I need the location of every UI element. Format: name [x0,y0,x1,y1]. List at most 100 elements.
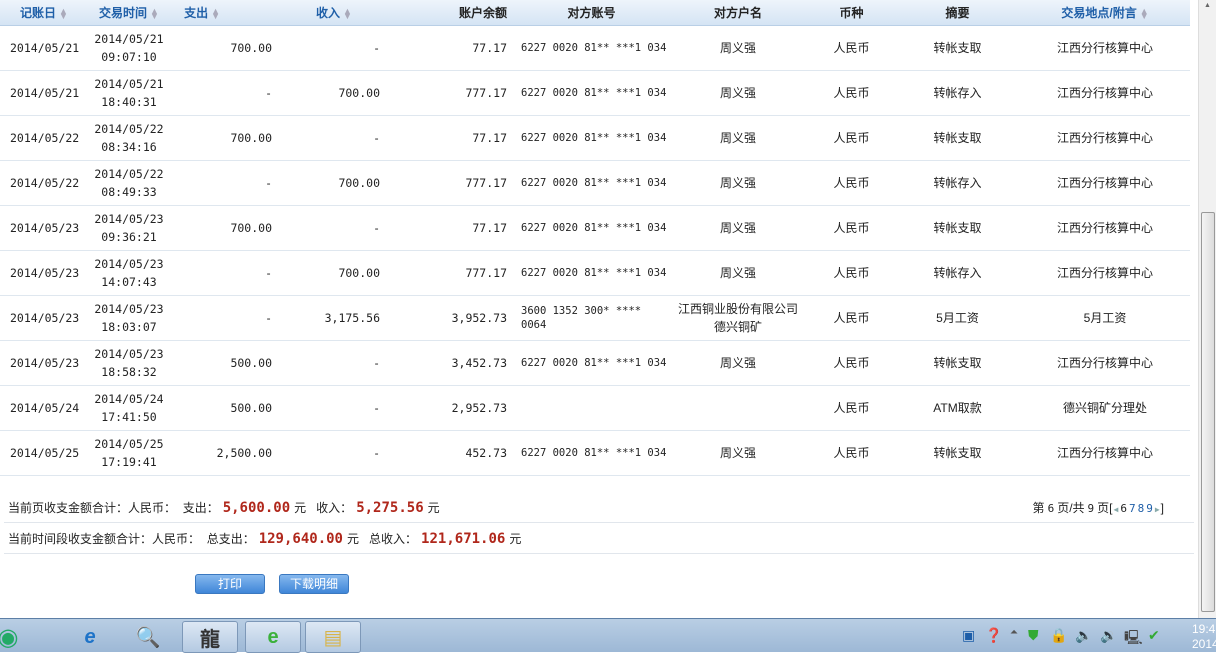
cell-currency: 人民币 [808,295,895,340]
unit: 元 [427,501,440,515]
counterparty-name-text: 周义强 [719,85,756,100]
currency-text: 人民币 [833,310,870,325]
scroll-up-icon[interactable]: ▲ [1204,2,1211,9]
cell-balance: 452.73 [388,430,515,475]
cell-counterparty-account: 6227 0020 81** ***1 034 [515,205,668,250]
col-label: 支出 [184,5,209,20]
sort-icon[interactable]: ▲ ▼ [343,6,352,20]
cell-transaction-time: 2014/05/21 18:40:31 [88,70,170,115]
balance-text: 3,952.73 [451,310,507,325]
posting-date-text: 2014/05/22 [10,175,80,190]
folder-explorer-icon[interactable]: ▤ [305,621,361,653]
expense-text: 700.00 [230,40,272,55]
cell-counterparty-account: 6227 0020 81** ***1 034 [515,25,668,70]
statement-page: 记账日 ▲ ▼ 交易时间 ▲ ▼ 支出 ▲ ▼ 收入 ▲ ▼ 账户余额 对方账号 对方户名 币种… [0,0,1198,618]
col-label: 记账日 [20,5,57,20]
cell-location: 江西分行核算中心 [1020,25,1190,70]
summary-label: 当前时间段收支金额合计：人民币： [8,532,201,546]
sort-icon[interactable]: ▲ ▼ [1140,6,1149,20]
period-expense-total: 129,640.00 [258,531,343,547]
transaction-time-text: 2014/05/22 [94,166,164,181]
tray-q-icon[interactable]: ▣ [962,627,975,644]
cell-income: - [280,205,388,250]
col-transaction-time[interactable]: 交易时间 ▲ ▼ [88,0,170,26]
col-expense[interactable]: 支出 ▲ ▼ [170,0,280,26]
lock-network-icon[interactable]: 🔒 [1050,627,1067,644]
cell-balance: 77.17 [388,115,515,160]
cell-counterparty-account: 6227 0020 81** ***1 034 [515,160,668,205]
cell-location: 江西分行核算中心 [1020,340,1190,385]
col-posting-date[interactable]: 记账日 ▲ ▼ [0,0,88,26]
location-text: 江西分行核算中心 [1056,265,1153,280]
memo-text: 转帐存入 [933,265,982,280]
scrollbar-thumb[interactable] [1201,212,1215,612]
shield-icon[interactable]: ⛊ [1028,627,1039,644]
posting-date-text: 2014/05/25 [10,445,80,460]
cell-counterparty-name [668,385,808,430]
volume-icon[interactable]: 🔉 [1100,627,1117,644]
page-link-6[interactable]: 6 [1120,502,1127,515]
transaction-time-text: 17:19:41 [101,454,157,469]
sort-icon[interactable]: ▲ ▼ [59,6,68,20]
browser-360-icon[interactable]: e [245,621,301,653]
cell-balance: 2,952.73 [388,385,515,430]
clock-date: 2014/0 [1192,637,1216,651]
memo-text: 转帐支取 [933,130,982,145]
print-button[interactable]: 打印 [195,574,265,594]
clock[interactable]: 19:42014/0 [1192,622,1216,652]
counterparty-name-text: 周义强 [719,220,756,235]
location-text: 江西分行核算中心 [1056,130,1153,145]
unit: 元 [294,501,307,515]
cell-currency: 人民币 [808,250,895,295]
counterparty-name-text: 周义强 [719,265,756,280]
income-label: 收入： [316,501,353,515]
counterparty-account-text: 6227 0020 81** ***1 034 [521,86,667,99]
memo-text: 转帐支取 [933,40,982,55]
currency-text: 人民币 [833,220,870,235]
download-details-button[interactable]: 下载明细 [279,574,349,594]
balance-text: 777.17 [465,85,507,100]
page-link-7[interactable]: 7 [1129,502,1136,515]
memo-text: 转帐存入 [933,175,982,190]
sort-icon[interactable]: ▲ ▼ [211,6,220,20]
cell-transaction-time: 2014/05/22 08:34:16 [88,115,170,160]
location-text: 德兴铜矿分理处 [1062,400,1147,415]
posting-date-text: 2014/05/22 [10,130,80,145]
cell-memo: 5月工资 [895,295,1020,340]
safe-removal-icon[interactable]: ✔ [1148,627,1160,644]
dragon-app-icon[interactable]: 龍 [182,621,238,653]
cell-counterparty-name: 周义强 [668,160,808,205]
vertical-scrollbar[interactable]: ▲ [1198,0,1216,618]
network-icon[interactable]: 🖳 [1124,627,1143,651]
cell-posting-date: 2014/05/23 [0,340,88,385]
start-button-icon[interactable]: ◉ [0,621,28,653]
memo-text: 转帐支取 [933,445,982,460]
cell-posting-date: 2014/05/23 [0,205,88,250]
search-magnifier-icon[interactable]: 🔍 [120,621,176,653]
cell-income: 700.00 [280,160,388,205]
speaker-icon[interactable]: 🔈 [1075,627,1092,644]
posting-date-text: 2014/05/23 [10,220,80,235]
prev-page-icon[interactable]: ◀ [1114,505,1119,514]
cell-balance: 77.17 [388,205,515,250]
table-header: 记账日 ▲ ▼ 交易时间 ▲ ▼ 支出 ▲ ▼ 收入 ▲ ▼ 账户余额 对方账号 对方户名 币种… [0,0,1190,26]
cell-counterparty-name: 江西铜业股份有限公司德兴铜矿 [668,295,808,340]
page-link-9[interactable]: 9 [1146,502,1153,515]
col-income[interactable]: 收入 ▲ ▼ [280,0,388,26]
show-hidden-icons[interactable]: ⏶ [1010,627,1018,638]
cell-balance: 777.17 [388,250,515,295]
col-location[interactable]: 交易地点/附言 ▲ ▼ [1020,0,1190,26]
currency-text: 人民币 [833,400,870,415]
next-page-icon[interactable]: ▶ [1155,505,1160,514]
cell-income: - [280,430,388,475]
expense-text: 500.00 [230,355,272,370]
income-text: 700.00 [338,175,380,190]
sort-icon[interactable]: ▲ ▼ [150,6,159,20]
divider [4,522,1194,523]
cell-location: 5月工资 [1020,295,1190,340]
help-icon[interactable]: ❓ [985,627,1002,644]
page-link-8[interactable]: 8 [1138,502,1145,515]
pagination: 第 6 页/共 9 页[◀ 6 7 8 9 ▶] [1033,499,1164,516]
internet-explorer-icon[interactable]: e [62,621,118,653]
location-text: 江西分行核算中心 [1056,445,1153,460]
